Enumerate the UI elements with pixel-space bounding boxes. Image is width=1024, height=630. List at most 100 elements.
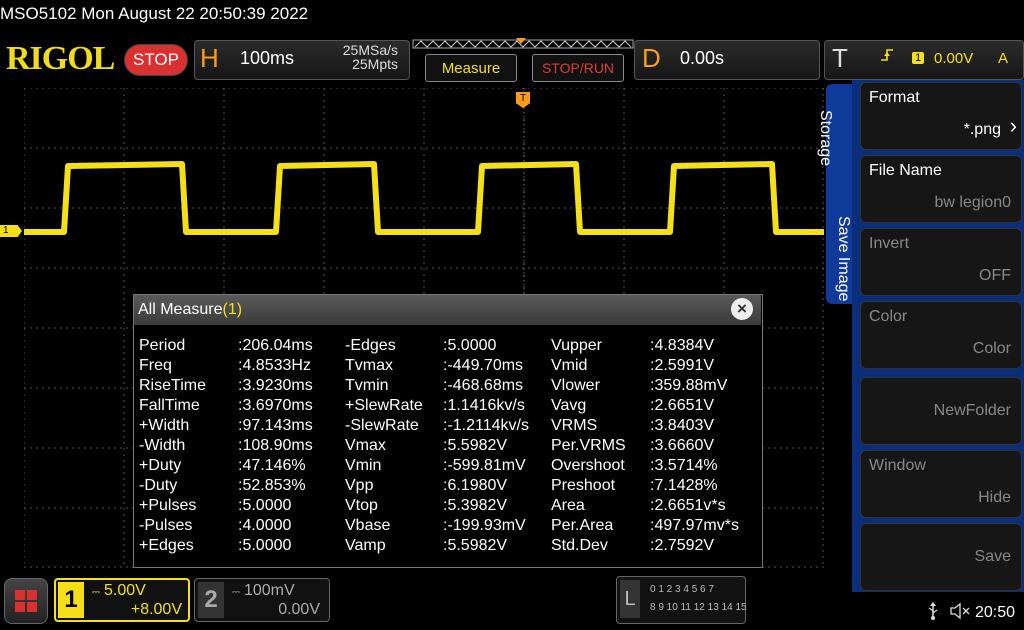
memory-position-bar [412, 38, 634, 49]
measure-label: FallTime [139, 397, 200, 414]
measure-label: Vupper [551, 337, 602, 354]
measure-value: :4.8533Hz [238, 357, 311, 374]
measure-value: :3.6660V [650, 437, 715, 454]
side-menu-item[interactable]: Format *.png › [860, 82, 1022, 150]
side-menu-item-label: Window [869, 457, 926, 474]
side-menu-item[interactable]: File Name bw legion0 [860, 155, 1022, 223]
measure-value: :5.3982V [443, 497, 508, 514]
measure-label: Vamp [345, 537, 386, 554]
delay-box[interactable] [634, 40, 820, 80]
measure-label: VRMS [551, 417, 598, 434]
measure-value: :-1.2114kv/s [443, 417, 529, 434]
measure-label: Std.Dev [551, 537, 608, 554]
close-icon[interactable]: × [731, 298, 753, 320]
measure-value: :6.1980V [443, 477, 508, 494]
measure-value: :7.1428% [650, 477, 718, 494]
side-menu-item[interactable]: Color Color [860, 301, 1022, 369]
ch1-scale: ⎓ 5.00V [92, 582, 146, 600]
measure-label: +Duty [139, 457, 182, 474]
dc-coupling-icon: ⎓ [92, 587, 100, 598]
measure-value: :359.88mV [650, 377, 728, 394]
ch1-number: 1 [58, 582, 84, 618]
run-state-badge[interactable]: STOP [124, 44, 188, 76]
dc-coupling-icon: ⎓ [232, 587, 240, 598]
measure-value: :206.04ms [238, 337, 313, 354]
stop-run-button[interactable]: STOP/RUN [532, 54, 624, 82]
measure-value: :5.0000 [238, 497, 292, 514]
tab-save-image[interactable]: Save Image [834, 216, 852, 301]
trigger-box[interactable] [824, 40, 1024, 80]
la-channels-row2: 8 9 10 11 12 13 14 15 [650, 602, 747, 613]
side-menu-item[interactable]: Invert OFF [860, 228, 1022, 296]
measure-label: Vavg [551, 397, 587, 414]
measure-label: Overshoot [551, 457, 625, 474]
timebase-value: 100ms [240, 48, 295, 68]
measure-value: :52.853% [238, 477, 306, 494]
grid-menu-icon [15, 590, 37, 612]
measure-value: :5.0000 [238, 537, 292, 554]
logic-analyzer-label: L [620, 580, 640, 618]
ch1-offset-marker[interactable]: 1 [0, 225, 22, 237]
all-measure-title: All Measure(1) [138, 301, 242, 319]
la-channels-row1: 0 1 2 3 4 5 6 7 [650, 584, 714, 595]
ch2-scale: ⎓ 100mV [232, 582, 295, 600]
measure-value: :-449.70ms [443, 357, 524, 374]
measure-label: Area [551, 497, 585, 514]
measure-label: +SlewRate [345, 397, 423, 414]
measure-label: Preshoot [551, 477, 616, 494]
ch2-number: 2 [198, 582, 224, 618]
side-menu-item-label: File Name [869, 162, 942, 179]
speaker-muted-icon[interactable] [950, 602, 970, 625]
measure-value: :2.6651v*s [650, 497, 726, 514]
side-menu-item-value: Hide [978, 489, 1011, 506]
clock: 20:50 [975, 604, 1016, 621]
measure-value: :2.6651V [650, 397, 715, 414]
measure-value: :-468.68ms [443, 377, 524, 394]
horizontal-label: H [200, 43, 219, 73]
brand-logo: RIGOL [6, 40, 115, 77]
measure-label: -Width [139, 437, 186, 454]
side-menu-item[interactable]: NewFolder [860, 377, 1022, 445]
trigger-channel-badge: 1 [912, 52, 924, 64]
measure-value: :5.5982V [443, 437, 508, 454]
tab-storage[interactable]: Storage [816, 110, 834, 166]
side-menu-item[interactable]: Save [860, 523, 1022, 591]
measure-value: :2.7592V [650, 537, 715, 554]
measure-label: Tvmin [345, 377, 389, 394]
side-menu-item[interactable]: Window Hide [860, 450, 1022, 518]
side-menu-item-value: bw legion0 [934, 194, 1012, 211]
chevron-right-icon: › [1009, 113, 1017, 138]
measure-value: :3.5714% [650, 457, 718, 474]
measure-label: Vmin [345, 457, 382, 474]
measure-label: Period [139, 337, 186, 354]
measure-label: -Duty [139, 477, 178, 494]
measure-value: :1.1416kv/s [443, 397, 525, 414]
side-menu-item-value: NewFolder [933, 402, 1011, 419]
window-title: MSO5102 Mon August 22 20:50:39 2022 [0, 4, 309, 23]
ch1-offset: +8.00V [130, 601, 182, 618]
sample-rate: 25MSa/s [342, 42, 398, 58]
rising-edge-icon [880, 48, 894, 65]
measure-value: :4.0000 [238, 517, 292, 534]
side-menu-item-label: Color [869, 308, 908, 325]
delay-label: D [642, 43, 661, 73]
measure-value: :97.143ms [238, 417, 313, 434]
measure-label: Per.Area [551, 517, 614, 534]
sample-rate-info: 25MSa/s 25Mpts [300, 43, 398, 71]
measure-value: :5.5982V [443, 537, 508, 554]
measure-button[interactable]: Measure [425, 54, 517, 82]
all-measure-title-text: All Measure [138, 301, 223, 318]
ch2-offset: 0.00V [278, 601, 320, 618]
measure-value: :2.5991V [650, 357, 715, 374]
measure-label: Vlower [551, 377, 600, 394]
side-menu-item-value: *.png [963, 121, 1001, 138]
measure-label: Vbase [345, 517, 391, 534]
home-button[interactable] [4, 578, 48, 624]
measure-label: +Edges [139, 537, 194, 554]
all-measure-channel: (1) [222, 301, 243, 318]
measure-label: -SlewRate [345, 417, 419, 434]
side-menu-item-value: Color [972, 340, 1011, 357]
measure-value: :4.8384V [650, 337, 715, 354]
ch1-scale-value: 5.00V [103, 582, 146, 599]
usb-icon [926, 602, 940, 625]
